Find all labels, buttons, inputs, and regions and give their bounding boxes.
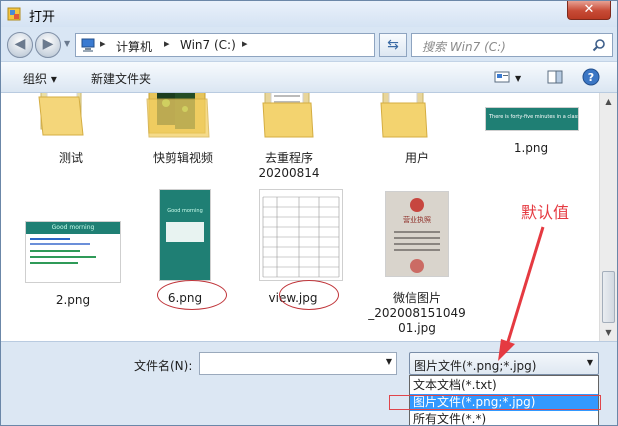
search-icon bbox=[592, 39, 605, 52]
address-bar[interactable]: ▸ 计算机 ▸ Win7 (C:) ▸ ▼ bbox=[75, 33, 444, 57]
file-item-wechat-image[interactable]: 营业执照 微信图片 _202008151049 01.jpg bbox=[367, 189, 467, 335]
title-bar: 打开 ✕ bbox=[1, 1, 617, 27]
filename-input[interactable]: ▼ bbox=[199, 352, 397, 375]
thumbnail-text: 营业执照 bbox=[403, 216, 431, 224]
scroll-up-icon[interactable]: ▲ bbox=[600, 93, 617, 110]
breadcrumb-separator-icon[interactable]: ▸ bbox=[164, 37, 170, 50]
thumbnail-text: There is forty-five minutes in a class. bbox=[489, 114, 578, 120]
scroll-down-icon[interactable]: ▼ bbox=[600, 324, 617, 341]
preview-pane-icon[interactable] bbox=[545, 68, 565, 86]
close-button[interactable]: ✕ bbox=[567, 1, 611, 20]
address-row: ◀ ▶ ▼ ▸ 计算机 ▸ Win7 (C:) ▸ ▼ ⇆ 搜索 Win7 (C… bbox=[1, 27, 617, 61]
new-folder-button[interactable]: 新建文件夹 bbox=[91, 70, 151, 87]
command-bar: 组织 ▾ 新建文件夹 ▼ ? bbox=[1, 61, 617, 93]
filetype-dropdown-icon[interactable]: ▼ bbox=[587, 358, 593, 367]
app-icon bbox=[7, 7, 21, 21]
folder-icon bbox=[380, 93, 428, 138]
folder-icon bbox=[146, 93, 210, 138]
annotation-highlight-box bbox=[389, 395, 601, 410]
image-thumbnail: Good morning bbox=[159, 189, 211, 281]
thumbnail-header: Good morning bbox=[167, 208, 203, 214]
filename-label: 文件名(N): bbox=[134, 359, 193, 373]
view-options-chevron-icon[interactable]: ▼ bbox=[515, 74, 521, 83]
file-name: 用户 bbox=[404, 151, 429, 165]
image-thumbnail bbox=[259, 189, 343, 281]
thumbnail-header: Good morning bbox=[26, 222, 120, 234]
window-title: 打开 bbox=[29, 10, 56, 25]
file-name: 快剪辑视频 bbox=[152, 151, 213, 165]
breadcrumb-separator-icon[interactable]: ▸ bbox=[100, 37, 106, 50]
image-thumbnail: Good morning bbox=[25, 221, 121, 283]
folder-icon bbox=[38, 93, 84, 136]
folder-icon bbox=[262, 93, 314, 138]
forward-button[interactable]: ▶ bbox=[35, 32, 61, 58]
file-item-dedup-folder[interactable]: 去重程序 20200814 bbox=[239, 93, 339, 191]
annotation-ellipse bbox=[157, 280, 227, 310]
vertical-scrollbar[interactable]: ▲ ▼ bbox=[599, 93, 617, 341]
breadcrumb-computer[interactable]: 计算机 bbox=[116, 38, 152, 55]
file-item-users-folder[interactable]: 用户 bbox=[367, 93, 467, 191]
filetype-selected: 图片文件(*.png;*.jpg) bbox=[414, 359, 537, 373]
file-name: 测试 bbox=[58, 151, 83, 165]
file-name: 2.png bbox=[55, 293, 91, 307]
back-arrow-icon: ◀ bbox=[14, 36, 26, 52]
scrollbar-thumb[interactable] bbox=[602, 271, 615, 323]
help-icon[interactable]: ? bbox=[581, 68, 601, 86]
search-placeholder: 搜索 Win7 (C:) bbox=[422, 40, 506, 54]
file-name: 去重程序 20200814 bbox=[258, 151, 320, 180]
computer-icon bbox=[81, 38, 95, 52]
change-view-icon[interactable] bbox=[493, 68, 513, 86]
filetype-select[interactable]: 图片文件(*.png;*.jpg) ▼ bbox=[409, 352, 599, 375]
annotation-default-label: 默认值 bbox=[521, 203, 570, 222]
image-thumbnail: 营业执照 bbox=[385, 191, 449, 277]
file-list: 测试 快剪辑视频 去重程序 20200814 用户 There is forty… bbox=[1, 93, 599, 341]
forward-arrow-icon: ▶ bbox=[42, 36, 54, 52]
refresh-icon: ⇆ bbox=[387, 37, 399, 53]
file-name: 微信图片 _202008151049 01.jpg bbox=[368, 291, 466, 335]
recent-locations-chevron-icon[interactable]: ▼ bbox=[64, 39, 70, 48]
svg-text:?: ? bbox=[588, 71, 594, 84]
image-thumbnail: There is forty-five minutes in a class. bbox=[485, 107, 579, 131]
breadcrumb-drive[interactable]: Win7 (C:) bbox=[180, 38, 236, 52]
back-button[interactable]: ◀ bbox=[7, 32, 33, 58]
breadcrumb-separator-icon[interactable]: ▸ bbox=[242, 37, 248, 50]
refresh-button[interactable]: ⇆ bbox=[379, 33, 407, 57]
filetype-option-all[interactable]: 所有文件(*.*) bbox=[410, 411, 598, 425]
file-item-test[interactable]: 测试 bbox=[21, 93, 121, 191]
file-item-video-folder[interactable]: 快剪辑视频 bbox=[133, 93, 233, 191]
open-file-dialog: 打开 ✕ ◀ ▶ ▼ ▸ 计算机 ▸ Win7 (C:) ▸ ▼ ⇆ 搜索 Wi… bbox=[0, 0, 618, 426]
search-box[interactable]: 搜索 Win7 (C:) bbox=[411, 33, 613, 57]
filetype-option-txt[interactable]: 文本文档(*.txt) bbox=[410, 377, 598, 394]
file-name: 1.png bbox=[513, 141, 549, 155]
annotation-ellipse bbox=[279, 280, 339, 310]
organize-menu[interactable]: 组织 ▾ bbox=[23, 70, 57, 87]
filename-dropdown-icon[interactable]: ▼ bbox=[386, 357, 392, 366]
file-item-1png[interactable]: There is forty-five minutes in a class. … bbox=[481, 93, 581, 191]
file-item-2png[interactable]: Good morning 2.png bbox=[23, 217, 123, 329]
